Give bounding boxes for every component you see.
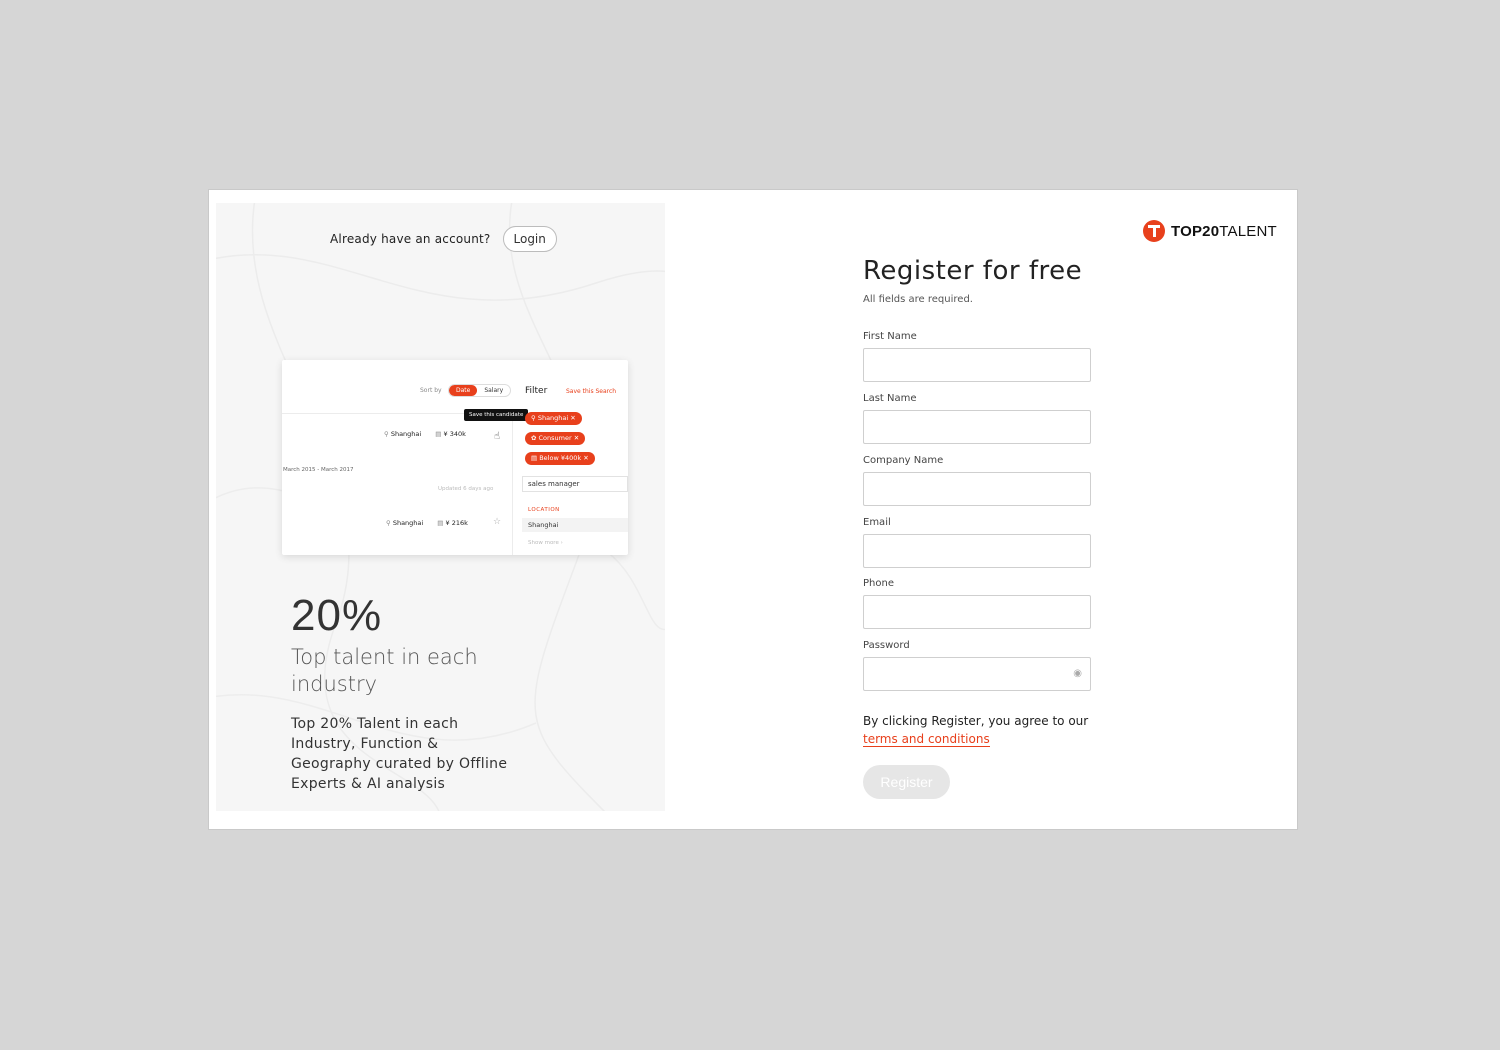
row2-salary: ¥ 216k [445,519,468,527]
location-pin-icon: ⚲ [384,430,391,438]
register-form: Register for free All fields are require… [863,256,1123,799]
sort-option-date: Date [449,385,478,396]
show-more-link: Show more › [528,540,563,546]
candidate-row-2: ⚲ Shanghai ▤ ¥ 216k [386,519,468,527]
register-card: Already have an account? Login Sort by D… [208,189,1298,830]
location-pin-icon: ⚲ [386,519,393,527]
page-title: Register for free [863,256,1083,286]
password-group: Password ◉ [863,640,1091,691]
location-title: LOCATION [528,507,560,513]
email-field[interactable] [863,534,1091,568]
last-name-group: Last Name [863,393,1091,444]
terms-notice: By clicking Register, you agree to our t… [863,712,1103,748]
phone-label: Phone [863,578,894,589]
row1-salary: ¥ 340k [443,430,466,438]
required-note: All fields are required. [863,294,973,305]
row1-location: Shanghai [390,430,422,438]
filter-title: Filter [525,386,548,396]
login-button[interactable]: Login [502,226,557,252]
first-name-label: First Name [863,331,917,342]
filter-chip-salary: ▤ Below ¥400k ✕ [525,452,595,465]
email-label: Email [863,517,891,528]
save-search-link: Save this Search [566,388,617,395]
brand-logo[interactable]: TOP20TALENT [1143,220,1277,242]
register-button[interactable]: Register [863,765,950,799]
candidate-row-1: ⚲ Shanghai ▤ ¥ 340k [384,430,466,438]
employment-dates: March 2015 - March 2017 [283,467,354,473]
divider [512,413,513,555]
first-name-field[interactable] [863,348,1091,382]
last-name-label: Last Name [863,393,917,404]
logo-text: TOP20TALENT [1171,222,1277,240]
keyword-field: sales manager [522,476,628,492]
eye-icon[interactable]: ◉ [1073,668,1082,679]
agree-text: By clicking Register, you agree to our [863,714,1089,728]
first-name-group: First Name [863,331,1091,382]
terms-link[interactable]: terms and conditions [863,732,990,747]
save-candidate-tooltip: Save this candidate [464,409,529,421]
filter-chip-consumer: ✿ Consumer ✕ [525,432,586,445]
password-label: Password [863,640,910,651]
logo-t-icon [1143,220,1165,242]
salary-icon: ▤ [435,430,444,438]
updated-text: Updated 6 days ago [438,486,494,492]
row2-location: Shanghai [392,519,424,527]
phone-field[interactable] [863,595,1091,629]
sort-toggle: Date Salary [448,384,512,397]
login-prompt: Already have an account? Login [330,226,557,252]
promo-percent: 20% [291,591,383,640]
location-option: Shanghai [522,518,628,532]
company-group: Company Name [863,455,1091,506]
password-field[interactable] [863,657,1091,691]
email-group: Email [863,517,1091,568]
promo-description: Top 20% Talent in each Industry, Functio… [291,716,508,792]
promo-headline: Top talent in each industry [291,645,478,696]
salary-icon: ▤ [437,519,446,527]
phone-group: Phone [863,578,1091,629]
promo-panel: Already have an account? Login Sort by D… [216,203,665,811]
product-mockup: Sort by Date Salary Filter Save this Sea… [282,360,628,555]
already-account-text: Already have an account? [330,232,491,246]
filter-chip-shanghai: ⚲ Shanghai ✕ [525,412,582,425]
sort-by-label: Sort by [420,387,442,394]
hand-cursor-icon: ☝ [494,431,501,442]
last-name-field[interactable] [863,410,1091,444]
star-icon: ☆ [493,517,502,527]
sort-option-salary: Salary [484,387,504,394]
company-name-field[interactable] [863,472,1091,506]
password-wrapper: ◉ [863,657,1091,691]
company-label: Company Name [863,455,944,466]
